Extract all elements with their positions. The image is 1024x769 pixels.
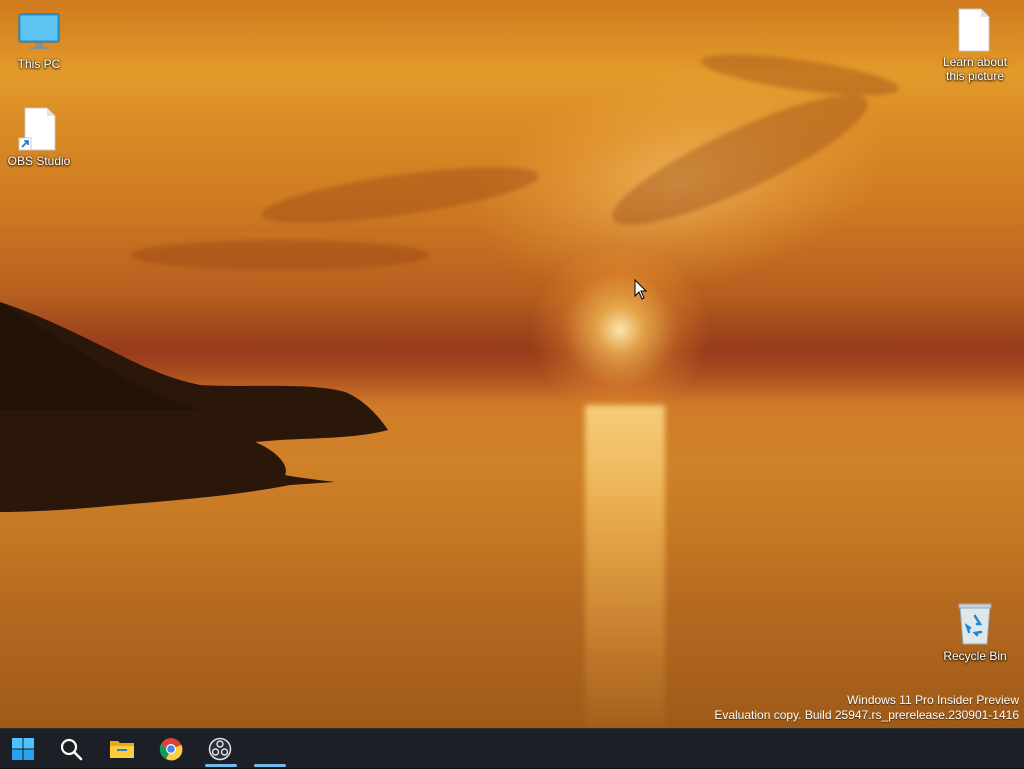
running-indicator — [254, 764, 286, 767]
search-button[interactable] — [51, 729, 91, 769]
file-explorer-button[interactable] — [102, 729, 142, 769]
cloud — [130, 240, 430, 270]
watermark-line-1: Windows 11 Pro Insider Preview — [847, 693, 1019, 707]
shortcut-file-icon — [17, 107, 61, 151]
file-icon — [953, 8, 997, 52]
windows-start-icon — [12, 738, 34, 760]
monitor-icon — [17, 10, 61, 54]
search-icon — [60, 738, 83, 761]
desktop-icon-this-pc[interactable]: This PC — [0, 10, 78, 71]
build-watermark: Windows 11 Pro Insider Preview Evaluatio… — [714, 693, 1019, 723]
chrome-icon — [159, 738, 183, 761]
desktop-icon-learn-about-picture[interactable]: Learn about this picture — [936, 8, 1014, 83]
obs-icon — [208, 737, 232, 761]
mouse-cursor-icon — [634, 279, 648, 300]
desktop-icon-label: Recycle Bin — [943, 649, 1007, 663]
watermark-line-2: Evaluation copy. Build 25947.rs_prerelea… — [714, 708, 1019, 722]
sun-reflection — [585, 405, 665, 728]
sun — [520, 250, 720, 410]
desktop-icon-obs-studio[interactable]: OBS Studio — [0, 107, 78, 168]
running-indicator — [205, 764, 237, 767]
chrome-button[interactable] — [151, 729, 191, 769]
desktop-icon-label: OBS Studio — [7, 154, 71, 168]
obs-studio-button[interactable] — [200, 729, 240, 769]
headland-silhouette — [0, 302, 388, 512]
desktop-wallpaper[interactable]: This PC OBS Studio Learn about this pict… — [0, 0, 1024, 728]
recycle-bin-icon — [953, 602, 997, 646]
desktop-icon-recycle-bin[interactable]: Recycle Bin — [936, 602, 1014, 663]
taskbar — [0, 728, 1024, 768]
folder-icon — [110, 741, 134, 758]
start-button[interactable] — [3, 729, 43, 769]
desktop-icon-label: This PC — [17, 57, 61, 71]
desktop-icon-label: Learn about this picture — [942, 55, 1008, 83]
